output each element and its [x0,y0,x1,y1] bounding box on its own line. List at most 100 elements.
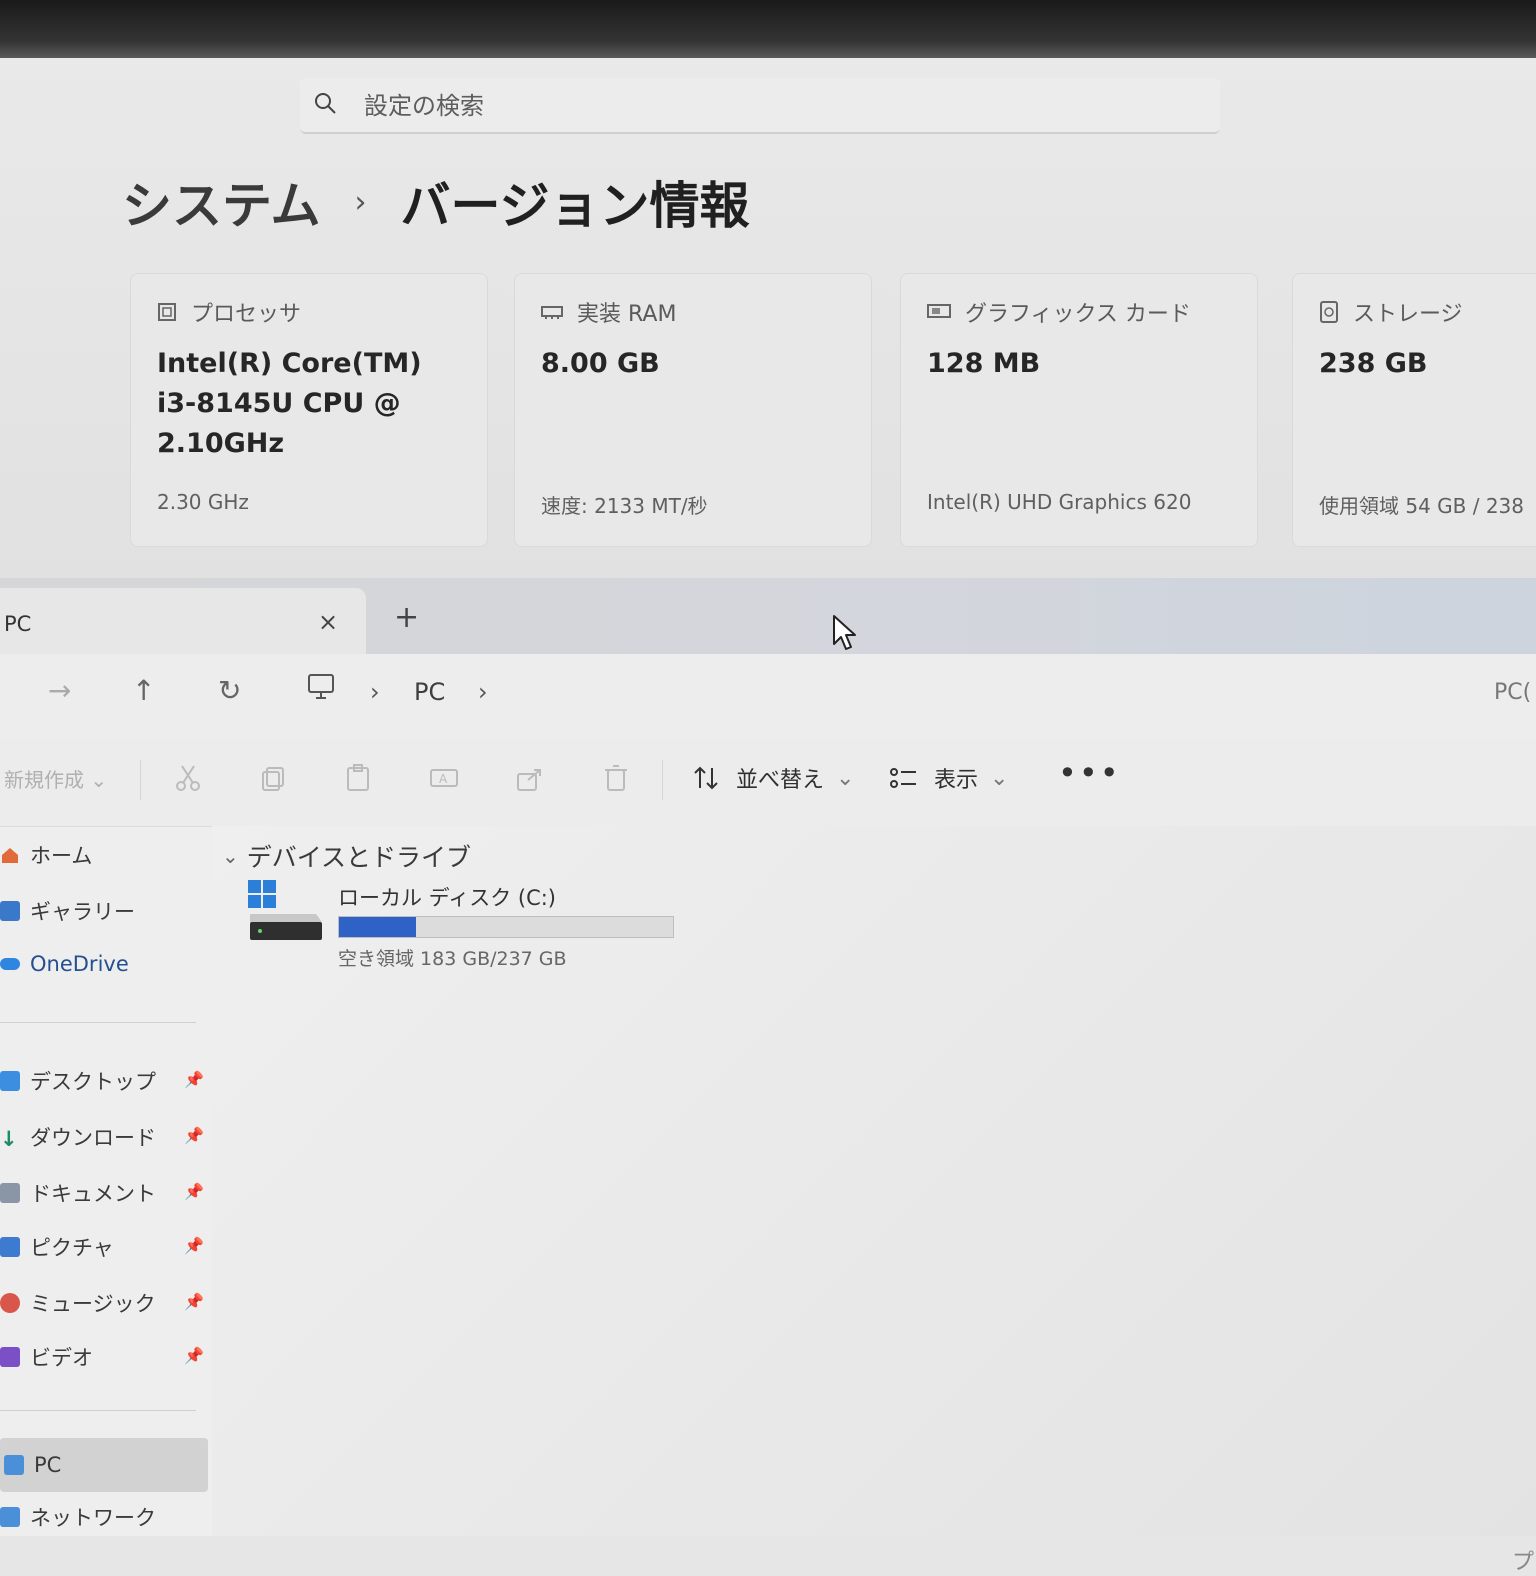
pin-icon[interactable]: 📌 [184,1236,204,1255]
tab-title: PC [4,612,32,636]
drive-free-space: 空き領域 183 GB/237 GB [338,948,567,970]
ram-label: 実装 RAM [577,302,677,327]
pin-icon[interactable]: 📌 [184,1292,204,1311]
up-button[interactable]: ↑ [132,674,155,707]
search-icon [315,93,336,114]
graphics-label: グラフィックス カード [965,302,1191,327]
group-header-devices[interactable]: ⌄ デバイスとドライブ [222,838,471,874]
storage-icon [1320,301,1338,323]
settings-search-box[interactable] [300,78,1220,134]
graphics-card: グラフィックス カード 128 MB Intel(R) UHD Graphics… [900,273,1258,547]
sort-button[interactable]: 並べ替え ⌄ [692,762,854,794]
rename-icon[interactable]: A [428,762,460,794]
tab-pc[interactable]: PC × [0,588,366,654]
processor-speed: 2.30 GHz [157,490,249,514]
details-pane-text: プ [1512,1550,1535,1575]
download-icon: ↓ [0,1127,18,1151]
divider [0,1410,196,1411]
ram-icon [541,306,563,319]
close-tab-icon[interactable]: × [318,608,338,636]
pin-icon[interactable]: 📌 [184,1126,204,1145]
windows-drive-icon [248,880,322,940]
content-area: ⌄ デバイスとドライブ ローカル ディスク (C:) 空き領域 183 GB/2… [212,826,1536,1536]
storage-label: ストレージ [1353,302,1463,327]
breadcrumb: システム › バージョン情報 [122,166,750,238]
view-icon [890,768,916,788]
desktop-icon [0,1071,20,1091]
sort-icon [694,766,718,790]
breadcrumb-chevron[interactable]: › [370,678,380,706]
sidebar-item-desktop[interactable]: デスクトップ [0,1066,156,1096]
breadcrumb-parent[interactable]: システム [122,166,321,238]
home-icon [2,848,18,863]
computer-icon [4,1455,24,1475]
processor-icon [158,303,176,321]
sidebar-item-onedrive[interactable]: OneDrive [0,952,129,976]
storage-usage: 使用領域 54 GB / 238 [1319,494,1525,518]
tab-bar: PC × + [0,578,1536,654]
share-icon[interactable] [514,762,546,794]
graphics-value: 128 MB [927,348,1041,379]
mouse-cursor-icon [833,615,856,650]
view-label: 表示 [934,768,979,793]
storage-value: 238 GB [1319,348,1428,379]
svg-text:A: A [439,772,448,786]
explorer-search-hint[interactable]: PC( [1494,680,1531,705]
delete-icon[interactable] [600,762,632,794]
screen-bezel [0,0,1536,58]
sidebar-item-pc[interactable]: PC [0,1438,208,1492]
divider [0,1022,196,1023]
refresh-button[interactable]: ↻ [218,674,241,707]
sidebar-item-home[interactable]: ホーム [0,840,92,870]
pin-icon[interactable]: 📌 [184,1070,204,1089]
address-pc[interactable]: PC [414,678,445,706]
cut-icon[interactable] [172,762,204,794]
chevron-down-icon: ⌄ [990,765,1009,791]
copy-icon[interactable] [258,762,290,794]
videos-icon [0,1347,20,1367]
breadcrumb-chevron-end[interactable]: › [478,678,488,706]
pin-icon[interactable]: 📌 [184,1346,204,1365]
drive-usage-fill [339,917,416,937]
sort-label: 並べ替え [736,768,825,793]
forward-button[interactable]: → [48,674,71,707]
new-button[interactable]: 新規作成 ⌄ [4,764,107,793]
page-title: バージョン情報 [400,177,750,235]
drive-c[interactable]: ローカル ディスク (C:) 空き領域 183 GB/237 GB [246,878,686,970]
breadcrumb-separator: › [354,184,367,220]
computer-icon[interactable] [306,672,336,702]
ram-card: 実装 RAM 8.00 GB 速度: 2133 MT/秒 [514,273,872,547]
sidebar-item-network[interactable]: ネットワーク [0,1502,156,1532]
chevron-down-icon: ⌄ [836,765,855,791]
drive-name: ローカル ディスク (C:) [338,886,557,910]
processor-card: プロセッサ Intel(R) Core(TM) i3-8145U CPU @ 2… [130,273,488,547]
sidebar-item-pictures[interactable]: ピクチャ [0,1232,114,1262]
onedrive-icon [0,958,20,970]
processor-value: Intel(R) Core(TM) i3-8145U CPU @ 2.10GHz [157,348,422,459]
divider [140,760,141,800]
gallery-icon [0,901,20,921]
more-options-button[interactable]: ••• [1058,754,1121,792]
pin-icon[interactable]: 📌 [184,1182,204,1201]
sidebar-item-gallery[interactable]: ギャラリー [0,896,135,926]
music-icon [0,1293,20,1313]
new-tab-button[interactable]: + [394,600,419,635]
settings-search-input[interactable] [362,86,1186,126]
graphics-model: Intel(R) UHD Graphics 620 [927,490,1192,514]
sidebar-item-documents[interactable]: ドキュメント [0,1178,156,1208]
sidebar-item-downloads[interactable]: ↓ ダウンロード [0,1122,156,1152]
documents-icon [0,1183,20,1203]
navigation-bar: → ↑ ↻ › PC › PC( [0,654,1536,739]
drive-usage-bar [338,916,674,938]
file-explorer-window: PC × + → ↑ ↻ › PC › PC( 新規作成 ⌄ A 並べ替え ⌄ [0,578,1536,1575]
ram-speed: 速度: 2133 MT/秒 [541,494,708,518]
sidebar-item-videos[interactable]: ビデオ [0,1342,93,1372]
divider [662,760,663,800]
command-bar: 新規作成 ⌄ A 並べ替え ⌄ 表示 ⌄ ••• [0,738,1536,827]
view-button[interactable]: 表示 ⌄ [888,762,1008,794]
storage-card: ストレージ 238 GB 使用領域 54 GB / 238 [1292,273,1536,547]
processor-label: プロセッサ [191,302,302,327]
ram-value: 8.00 GB [541,348,660,379]
paste-icon[interactable] [342,762,374,794]
sidebar-item-music[interactable]: ミュージック [0,1288,156,1318]
